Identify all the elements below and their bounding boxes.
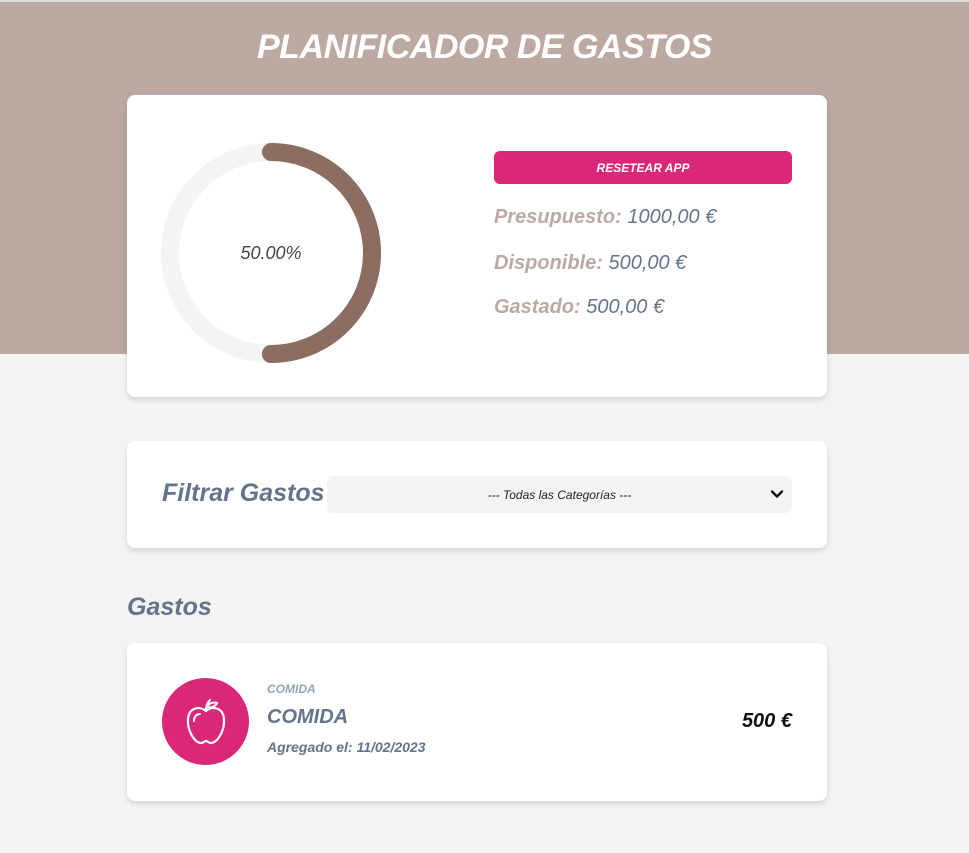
budget-available-value: 500,00 € [608, 252, 687, 274]
budget-total-label: Presupuesto: [494, 206, 622, 228]
chevron-down-icon [770, 487, 784, 504]
budget-card: 50.00% RESETEAR APP Presupuesto: 1000,00… [127, 95, 827, 397]
expense-amount: 500 € [741, 710, 792, 732]
expenses-section-title: Gastos [127, 593, 212, 621]
budget-spent: Gastado: 500,00 € [494, 296, 664, 319]
budget-progress-circle: 50.00% [161, 143, 381, 363]
expense-category: COMIDA [267, 682, 316, 696]
category-filter-select[interactable]: --- Todas las Categorías --- [327, 476, 792, 513]
app-title: PLANIFICADOR DE GASTOS [257, 28, 712, 66]
budget-available-label: Disponible: [494, 252, 603, 274]
reset-app-button[interactable]: RESETEAR APP [494, 151, 792, 184]
budget-total: Presupuesto: 1000,00 € [494, 206, 716, 229]
apple-icon [162, 678, 249, 765]
expense-date: Agregado el: 11/02/2023 [267, 739, 426, 755]
budget-spent-value: 500,00 € [586, 296, 665, 318]
budget-available: Disponible: 500,00 € [494, 252, 686, 275]
progress-percentage: 50.00% [240, 242, 302, 263]
expense-item[interactable]: COMIDA COMIDA Agregado el: 11/02/2023 50… [127, 643, 827, 801]
budget-total-value: 1000,00 € [627, 206, 717, 228]
expense-name: COMIDA [267, 706, 349, 728]
category-filter-selected: --- Todas las Categorías --- [487, 487, 632, 502]
budget-spent-label: Gastado: [494, 296, 581, 318]
filter-label: Filtrar Gastos [162, 479, 325, 507]
filter-card: Filtrar Gastos --- Todas las Categorías … [127, 441, 827, 548]
